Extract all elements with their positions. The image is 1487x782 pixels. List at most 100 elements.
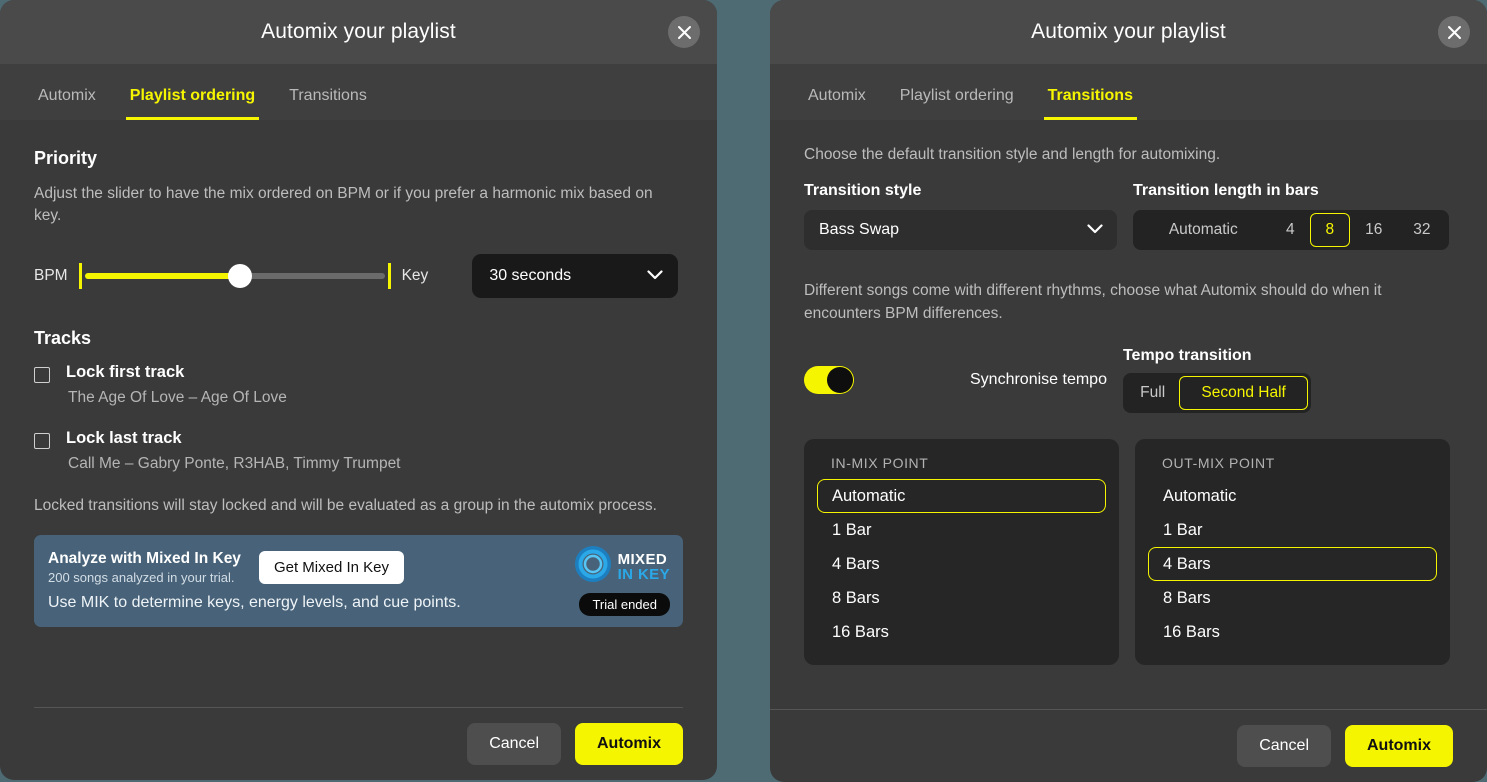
tracks-heading: Tracks — [34, 328, 683, 349]
mixed-in-key-logo: MIXED IN KEY — [574, 545, 670, 588]
get-mixed-in-key-button[interactable]: Get Mixed In Key — [259, 551, 404, 584]
in-mix-option-8-bars[interactable]: 8 Bars — [817, 581, 1106, 615]
close-icon — [677, 25, 692, 40]
right-body: Choose the default transition style and … — [770, 120, 1487, 709]
mixed-in-key-promo: Analyze with Mixed In Key 200 songs anal… — [34, 535, 683, 627]
tempo-transition-block: Tempo transition Full Second Half — [1123, 347, 1311, 413]
lock-last-track-checkbox[interactable] — [34, 433, 50, 449]
transition-length-block: Transition length in bars Automatic 4 8 … — [1133, 182, 1449, 250]
transition-style-value: Bass Swap — [819, 221, 899, 239]
mik-word-line-1: MIXED — [618, 552, 670, 567]
promo-headline: Analyze with Mixed In Key — [48, 550, 241, 568]
lock-last-track-label: Lock last track — [66, 429, 182, 448]
promo-bottom-line: Use MIK to determine keys, energy levels… — [48, 594, 669, 612]
left-footer: Cancel Automix — [34, 707, 683, 780]
out-mix-option-16-bars[interactable]: 16 Bars — [1148, 615, 1437, 649]
tempo-transition-label: Tempo transition — [1123, 347, 1311, 365]
transition-length-option-automatic[interactable]: Automatic — [1136, 213, 1271, 247]
mix-point-columns: IN-MIX POINT Automatic 1 Bar 4 Bars 8 Ba… — [804, 439, 1453, 665]
lock-last-track-value: Call Me – Gabry Ponte, R3HAB, Timmy Trum… — [68, 455, 683, 473]
tempo-transition-option-second-half[interactable]: Second Half — [1179, 376, 1308, 410]
tab-playlist-ordering-right[interactable]: Playlist ordering — [896, 87, 1018, 120]
close-icon — [1447, 25, 1462, 40]
synchronise-tempo-toggle[interactable] — [804, 366, 854, 394]
tab-transitions-right[interactable]: Transitions — [1044, 87, 1137, 120]
in-mix-point-card: IN-MIX POINT Automatic 1 Bar 4 Bars 8 Ba… — [804, 439, 1119, 665]
slider-track-fill — [85, 273, 240, 279]
lock-last-track-row[interactable]: Lock last track — [34, 429, 683, 449]
transition-length-option-4[interactable]: 4 — [1271, 213, 1311, 247]
in-mix-point-heading: IN-MIX POINT — [831, 455, 1106, 471]
transition-style-label: Transition style — [804, 182, 1117, 200]
duration-select[interactable]: 30 seconds — [472, 254, 678, 298]
cancel-button-right[interactable]: Cancel — [1237, 725, 1331, 767]
automix-button-right[interactable]: Automix — [1345, 725, 1453, 767]
in-mix-option-1-bar[interactable]: 1 Bar — [817, 513, 1106, 547]
transition-length-option-16[interactable]: 16 — [1350, 213, 1398, 247]
lock-first-track-value: The Age Of Love – Age Of Love — [68, 389, 683, 407]
chevron-down-icon — [647, 267, 663, 285]
toggle-knob — [827, 367, 853, 393]
priority-description: Adjust the slider to have the mix ordere… — [34, 183, 683, 228]
mik-wordmark: MIXED IN KEY — [618, 552, 670, 583]
out-mix-option-automatic[interactable]: Automatic — [1148, 479, 1437, 513]
right-titlebar: Automix your playlist — [770, 0, 1487, 64]
in-mix-option-automatic[interactable]: Automatic — [817, 479, 1106, 513]
automix-button[interactable]: Automix — [575, 723, 683, 765]
locked-transitions-note: Locked transitions will stay locked and … — [34, 495, 683, 517]
left-titlebar: Automix your playlist — [0, 0, 717, 64]
right-tab-bar: Automix Playlist ordering Transitions — [770, 64, 1487, 120]
close-button[interactable] — [668, 16, 700, 48]
transition-settings-row: Transition style Bass Swap Transition le… — [804, 182, 1453, 250]
slider-thumb[interactable] — [228, 264, 252, 288]
lock-first-track-row[interactable]: Lock first track — [34, 363, 683, 383]
priority-slider[interactable] — [79, 263, 391, 289]
promo-subline: 200 songs analyzed in your trial. — [48, 570, 241, 585]
transition-length-option-8[interactable]: 8 — [1310, 213, 1350, 247]
transition-length-option-32[interactable]: 32 — [1398, 213, 1446, 247]
out-mix-option-1-bar[interactable]: 1 Bar — [1148, 513, 1437, 547]
close-button-right[interactable] — [1438, 16, 1470, 48]
tab-automix-right[interactable]: Automix — [804, 87, 870, 120]
page-title-right: Automix your playlist — [1031, 20, 1226, 44]
slider-tick-right — [388, 263, 391, 289]
tab-automix[interactable]: Automix — [34, 87, 100, 120]
tempo-row: Synchronise tempo Tempo transition Full … — [804, 347, 1453, 413]
trial-status-badge: Trial ended — [579, 593, 670, 616]
out-mix-option-4-bars[interactable]: 4 Bars — [1148, 547, 1437, 581]
out-mix-option-8-bars[interactable]: 8 Bars — [1148, 581, 1437, 615]
priority-heading: Priority — [34, 148, 683, 169]
out-mix-point-list: Automatic 1 Bar 4 Bars 8 Bars 16 Bars — [1148, 479, 1437, 649]
right-footer: Cancel Automix — [770, 709, 1487, 782]
mik-word-line-2: IN KEY — [618, 567, 670, 582]
in-mix-option-4-bars[interactable]: 4 Bars — [817, 547, 1106, 581]
screen: Automix your playlist Automix Playlist o… — [0, 0, 1487, 782]
tempo-transition-segmented: Full Second Half — [1123, 373, 1311, 413]
mik-ring-icon — [574, 545, 612, 588]
in-mix-point-list: Automatic 1 Bar 4 Bars 8 Bars 16 Bars — [817, 479, 1106, 649]
slider-label-bpm: BPM — [34, 267, 68, 285]
chevron-down-icon — [1087, 221, 1103, 239]
tempo-intro: Different songs come with different rhyt… — [804, 280, 1453, 325]
tab-playlist-ordering[interactable]: Playlist ordering — [126, 87, 259, 120]
page-title: Automix your playlist — [261, 20, 456, 44]
out-mix-point-card: OUT-MIX POINT Automatic 1 Bar 4 Bars 8 B… — [1135, 439, 1450, 665]
slider-label-key: Key — [402, 267, 429, 285]
out-mix-point-heading: OUT-MIX POINT — [1162, 455, 1437, 471]
promo-text-block: Analyze with Mixed In Key 200 songs anal… — [48, 550, 241, 585]
transition-style-block: Transition style Bass Swap — [804, 182, 1117, 250]
tab-transitions[interactable]: Transitions — [285, 87, 371, 120]
slider-tick-left — [79, 263, 82, 289]
lock-first-track-checkbox[interactable] — [34, 367, 50, 383]
left-tab-bar: Automix Playlist ordering Transitions — [0, 64, 717, 120]
transitions-intro: Choose the default transition style and … — [804, 144, 1453, 166]
transition-length-label: Transition length in bars — [1133, 182, 1449, 200]
automix-dialog-left: Automix your playlist Automix Playlist o… — [0, 0, 717, 780]
left-body: Priority Adjust the slider to have the m… — [0, 120, 717, 707]
transition-style-select[interactable]: Bass Swap — [804, 210, 1117, 250]
cancel-button[interactable]: Cancel — [467, 723, 561, 765]
tempo-transition-option-full[interactable]: Full — [1126, 376, 1179, 410]
synchronise-tempo-label: Synchronise tempo — [970, 371, 1107, 389]
tracks-section: Tracks Lock first track The Age Of Love … — [34, 328, 683, 517]
in-mix-option-16-bars[interactable]: 16 Bars — [817, 615, 1106, 649]
